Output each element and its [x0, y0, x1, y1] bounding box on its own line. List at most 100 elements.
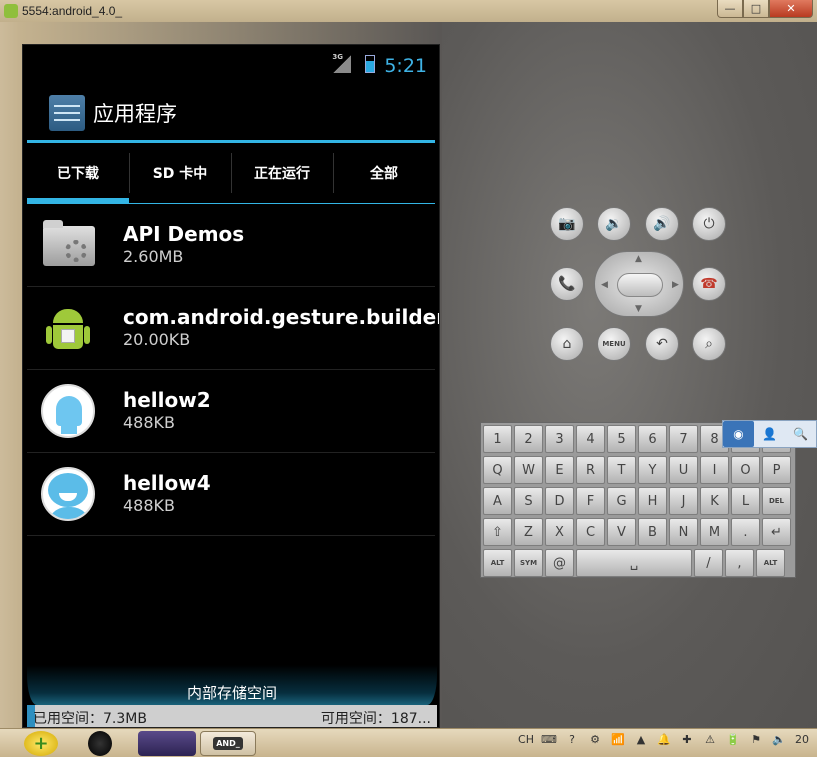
- key[interactable]: S: [514, 487, 543, 515]
- home-button[interactable]: ⌂: [550, 327, 584, 361]
- warning-icon[interactable]: ⚠: [701, 733, 719, 746]
- list-item[interactable]: hellow2 488KB: [27, 370, 435, 453]
- show-hidden-icon[interactable]: ▲: [632, 733, 650, 746]
- key[interactable]: P: [762, 456, 791, 484]
- menu-button[interactable]: MENU: [597, 327, 631, 361]
- call-button[interactable]: 📞: [550, 267, 584, 301]
- key[interactable]: A: [483, 487, 512, 515]
- key[interactable]: H: [638, 487, 667, 515]
- tab-running[interactable]: 正在运行: [231, 143, 333, 203]
- security-icon[interactable]: ✚: [678, 733, 696, 746]
- close-button[interactable]: ✕: [769, 0, 813, 18]
- key[interactable]: 2: [514, 425, 543, 453]
- tab-sd-card[interactable]: SD 卡中: [129, 143, 231, 203]
- app-size: 2.60MB: [123, 247, 184, 266]
- eclipse-task-icon[interactable]: [138, 731, 196, 756]
- translate-icon[interactable]: ◉: [723, 421, 754, 447]
- page-title: 应用程序: [93, 101, 177, 126]
- notification-icon[interactable]: 🔔: [655, 733, 673, 746]
- volume-down-button[interactable]: 🔉: [597, 207, 631, 241]
- qq-penguin-icon[interactable]: [88, 731, 112, 756]
- folder-gear-icon: [39, 216, 97, 274]
- flag-icon[interactable]: ⚑: [747, 733, 765, 746]
- wifi-icon[interactable]: 📶: [609, 733, 627, 746]
- camera-button[interactable]: 📷: [550, 207, 584, 241]
- key[interactable]: T: [607, 456, 636, 484]
- sym-key[interactable]: SYM: [514, 549, 543, 577]
- key[interactable]: G: [607, 487, 636, 515]
- key[interactable]: 6: [638, 425, 667, 453]
- key[interactable]: .: [731, 518, 760, 546]
- shift-key[interactable]: ⇧: [483, 518, 512, 546]
- minimize-button[interactable]: —: [717, 0, 743, 18]
- key[interactable]: C: [576, 518, 605, 546]
- search-icon[interactable]: 🔍: [785, 421, 816, 447]
- volume-icon[interactable]: 🔈: [770, 733, 788, 746]
- key[interactable]: I: [700, 456, 729, 484]
- clock-time: 20: [795, 733, 809, 746]
- key[interactable]: 5: [607, 425, 636, 453]
- key[interactable]: Q: [483, 456, 512, 484]
- key[interactable]: L: [731, 487, 760, 515]
- key[interactable]: Z: [514, 518, 543, 546]
- key[interactable]: V: [607, 518, 636, 546]
- storage-label: 内部存储空间: [186, 684, 277, 702]
- alt-right-key[interactable]: ALT: [756, 549, 785, 577]
- key[interactable]: R: [576, 456, 605, 484]
- tab-downloaded[interactable]: 已下载: [27, 143, 129, 203]
- status-bar: 3G 5:21: [23, 45, 439, 85]
- dpad-center-button[interactable]: [617, 273, 663, 297]
- tray-language[interactable]: CH: [517, 733, 535, 746]
- search-button[interactable]: ⌕: [692, 327, 726, 361]
- key[interactable]: D: [545, 487, 574, 515]
- tab-all[interactable]: 全部: [333, 143, 435, 203]
- app-name: API Demos: [123, 222, 245, 246]
- key[interactable]: 4: [576, 425, 605, 453]
- alt-left-key[interactable]: ALT: [483, 549, 512, 577]
- key[interactable]: O: [731, 456, 760, 484]
- space-key[interactable]: ␣: [576, 549, 692, 577]
- dpad[interactable]: ▲ ▼ ◀ ▶: [594, 251, 684, 317]
- help-icon[interactable]: ?: [563, 733, 581, 746]
- key[interactable]: W: [514, 456, 543, 484]
- back-button[interactable]: ↶: [645, 327, 679, 361]
- clock: 5:21: [384, 55, 427, 77]
- key[interactable]: Y: [638, 456, 667, 484]
- end-call-button[interactable]: ☎: [692, 267, 726, 301]
- list-item[interactable]: API Demos 2.60MB: [27, 204, 435, 287]
- key[interactable]: 1: [483, 425, 512, 453]
- keyboard-icon[interactable]: ⌨: [540, 733, 558, 746]
- key[interactable]: U: [669, 456, 698, 484]
- key[interactable]: E: [545, 456, 574, 484]
- comma-key[interactable]: ,: [725, 549, 754, 577]
- key[interactable]: 3: [545, 425, 574, 453]
- storage-panel: 内部存储空间 已用空间：7.3MB 可用空间：187...: [27, 663, 437, 727]
- key[interactable]: F: [576, 487, 605, 515]
- emulator-task-button[interactable]: AND_: [200, 731, 256, 756]
- start-plus-icon[interactable]: +: [24, 731, 58, 756]
- key[interactable]: X: [545, 518, 574, 546]
- key[interactable]: M: [700, 518, 729, 546]
- slash-key[interactable]: /: [694, 549, 723, 577]
- android-blue-icon: [39, 382, 97, 440]
- system-tray: CH ⌨ ? ⚙ 📶 ▲ 🔔 ✚ ⚠ 🔋 ⚑ 🔈 20: [517, 733, 811, 746]
- app-size: 20.00KB: [123, 330, 191, 349]
- power-button[interactable]: ⏻: [692, 207, 726, 241]
- enter-key[interactable]: ↵: [762, 518, 791, 546]
- settings-icon[interactable]: ⚙: [586, 733, 604, 746]
- delete-key[interactable]: DEL: [762, 487, 791, 515]
- at-key[interactable]: @: [545, 549, 574, 577]
- settings-app-icon[interactable]: [49, 94, 85, 131]
- volume-up-button[interactable]: 🔊: [645, 207, 679, 241]
- maximize-button[interactable]: □: [743, 0, 769, 18]
- key[interactable]: 7: [669, 425, 698, 453]
- window-titlebar: 5554:android_4.0_ — □ ✕: [0, 0, 817, 22]
- key[interactable]: B: [638, 518, 667, 546]
- key[interactable]: N: [669, 518, 698, 546]
- key[interactable]: J: [669, 487, 698, 515]
- list-item[interactable]: com.android.gesture.builder 20.00KB: [27, 287, 439, 370]
- user-icon[interactable]: 👤: [754, 421, 785, 447]
- key[interactable]: K: [700, 487, 729, 515]
- battery-tray-icon[interactable]: 🔋: [724, 733, 742, 746]
- list-item[interactable]: hellow4 488KB: [27, 453, 435, 536]
